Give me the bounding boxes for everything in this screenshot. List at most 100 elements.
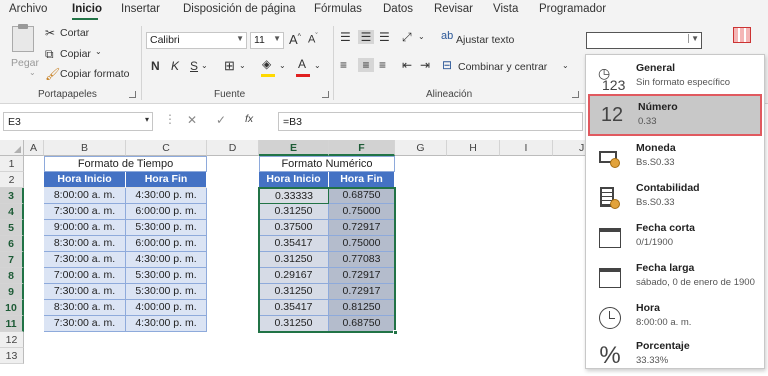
format-option-percentage[interactable]: % Porcentaje 33.33% [588, 336, 762, 376]
table-cell[interactable]: 0.68750 [329, 188, 395, 204]
bold-button[interactable]: N [151, 59, 160, 73]
format-option-number[interactable]: 12 Número 0.33 [588, 94, 762, 136]
format-option-time[interactable]: Hora 8:00:00 a. m. [588, 298, 762, 338]
font-launcher-icon[interactable] [322, 91, 329, 98]
underline-dropdown-icon[interactable]: ⌄ [201, 61, 208, 70]
fill-handle[interactable] [393, 330, 398, 335]
row-header[interactable]: 12 [0, 332, 24, 348]
table-cell[interactable]: 0.72917 [329, 220, 395, 236]
table-cell[interactable]: 0.31250 [259, 284, 329, 300]
align-center-icon[interactable]: ≡ [358, 58, 374, 72]
time-table-title[interactable]: Formato de Tiempo [44, 156, 207, 172]
font-name-combo[interactable]: Calibri ▼ [146, 32, 247, 49]
tab-revisar[interactable]: Revisar [434, 3, 473, 15]
paste-icon[interactable] [12, 24, 34, 52]
table-cell[interactable]: 4:30:00 p. m. [126, 252, 207, 268]
column-header-a[interactable]: A [24, 140, 44, 156]
merge-center-button[interactable]: Combinar y centrar [458, 61, 547, 73]
column-header-i[interactable]: I [500, 140, 553, 156]
tab-archivo[interactable]: Archivo [9, 3, 47, 15]
table-header[interactable]: Hora Fin [329, 172, 395, 188]
italic-button[interactable]: K [171, 59, 179, 73]
fill-color-icon[interactable]: ◈ [262, 57, 271, 71]
alignment-launcher-icon[interactable] [572, 91, 579, 98]
worksheet-grid[interactable]: A B C D E F G H I J 1 2 3 4 5 6 7 8 9 10… [0, 140, 590, 369]
table-header[interactable]: Hora Inicio [44, 172, 126, 188]
font-color-dropdown-icon[interactable]: ⌄ [314, 61, 321, 70]
table-header[interactable]: Hora Fin [126, 172, 207, 188]
table-cell[interactable]: 7:30:00 a. m. [44, 252, 126, 268]
grow-font-button[interactable]: A^ [289, 32, 301, 47]
column-header-f[interactable]: F [329, 140, 395, 156]
table-cell[interactable]: 0.68750 [329, 316, 395, 332]
merge-dropdown-icon[interactable]: ⌄ [562, 61, 569, 70]
borders-dropdown-icon[interactable]: ⌄ [239, 61, 246, 70]
wrap-text-button[interactable]: Ajustar texto [456, 34, 514, 46]
clipboard-launcher-icon[interactable] [129, 91, 136, 98]
underline-button[interactable]: S [190, 59, 198, 73]
copy-dropdown-icon[interactable]: ⌄ [95, 47, 102, 56]
decrease-indent-icon[interactable]: ⇤ [402, 58, 412, 72]
row-header[interactable]: 6 [0, 236, 24, 252]
table-cell[interactable]: 0.31250 [259, 252, 329, 268]
table-cell[interactable]: 8:00:00 a. m. [44, 188, 126, 204]
font-size-combo[interactable]: 11 ▼ [250, 32, 284, 49]
column-header-g[interactable]: G [395, 140, 447, 156]
align-middle-icon[interactable]: ☰ [358, 30, 374, 44]
font-color-icon[interactable]: A [298, 57, 306, 71]
select-all-corner[interactable] [0, 140, 24, 156]
table-cell[interactable]: 6:00:00 p. m. [126, 236, 207, 252]
row-header[interactable]: 11 [0, 316, 24, 332]
column-header-d[interactable]: D [207, 140, 259, 156]
table-cell[interactable]: 8:30:00 a. m. [44, 236, 126, 252]
column-header-b[interactable]: B [44, 140, 126, 156]
column-header-c[interactable]: C [126, 140, 207, 156]
row-header[interactable]: 5 [0, 220, 24, 236]
row-header[interactable]: 2 [0, 172, 24, 188]
row-header[interactable]: 3 [0, 188, 24, 204]
format-option-short-date[interactable]: Fecha corta 0/1/1900 [588, 218, 762, 258]
format-option-general[interactable]: ◷ 123 General Sin formato específico [588, 58, 762, 98]
align-left-icon[interactable]: ≡ [340, 58, 347, 72]
row-header[interactable]: 4 [0, 204, 24, 220]
table-cell[interactable]: 0.81250 [329, 300, 395, 316]
table-cell[interactable]: 7:30:00 a. m. [44, 316, 126, 332]
table-cell[interactable]: 0.31250 [259, 316, 329, 332]
row-header[interactable]: 8 [0, 268, 24, 284]
table-cell[interactable]: 0.77083 [329, 252, 395, 268]
format-option-long-date[interactable]: Fecha larga sábado, 0 de enero de 1900 [588, 258, 762, 298]
table-cell[interactable]: 0.72917 [329, 284, 395, 300]
row-header[interactable]: 13 [0, 348, 24, 364]
insert-function-icon[interactable]: fx [245, 113, 253, 125]
table-cell[interactable]: 0.72917 [329, 268, 395, 284]
table-cell[interactable]: 7:00:00 a. m. [44, 268, 126, 284]
row-header[interactable]: 9 [0, 284, 24, 300]
tab-disposicion[interactable]: Disposición de página [183, 3, 296, 15]
align-top-icon[interactable]: ☰ [340, 30, 351, 44]
table-cell[interactable]: 6:00:00 p. m. [126, 204, 207, 220]
column-header-h[interactable]: H [447, 140, 500, 156]
table-cell[interactable]: 9:00:00 a. m. [44, 220, 126, 236]
orientation-icon[interactable]: ⤢ [402, 30, 412, 45]
table-cell[interactable]: 0.31250 [259, 204, 329, 220]
format-painter-button[interactable]: Copiar formato [60, 68, 129, 80]
name-box[interactable]: E3 [3, 112, 153, 131]
tab-datos[interactable]: Datos [383, 3, 413, 15]
tab-inicio[interactable]: Inicio [72, 3, 102, 15]
active-cell-e3[interactable]: 0.33333 [259, 188, 329, 204]
table-cell[interactable]: 0.37500 [259, 220, 329, 236]
number-format-combo[interactable]: ▼ [586, 32, 702, 49]
conditional-format-icon[interactable] [733, 27, 751, 43]
enter-icon[interactable]: ✓ [216, 113, 226, 127]
tab-insertar[interactable]: Insertar [121, 3, 160, 15]
cut-button[interactable]: Cortar [60, 27, 89, 39]
table-cell[interactable]: 5:30:00 p. m. [126, 284, 207, 300]
table-cell[interactable]: 5:30:00 p. m. [126, 220, 207, 236]
borders-icon[interactable]: ⊞ [224, 58, 235, 74]
number-table-title[interactable]: Formato Numérico [259, 156, 395, 172]
table-cell[interactable]: 0.29167 [259, 268, 329, 284]
tab-formulas[interactable]: Fórmulas [314, 3, 362, 15]
table-cell[interactable]: 7:30:00 a. m. [44, 284, 126, 300]
table-cell[interactable]: 0.75000 [329, 236, 395, 252]
align-bottom-icon[interactable]: ☰ [379, 30, 390, 44]
